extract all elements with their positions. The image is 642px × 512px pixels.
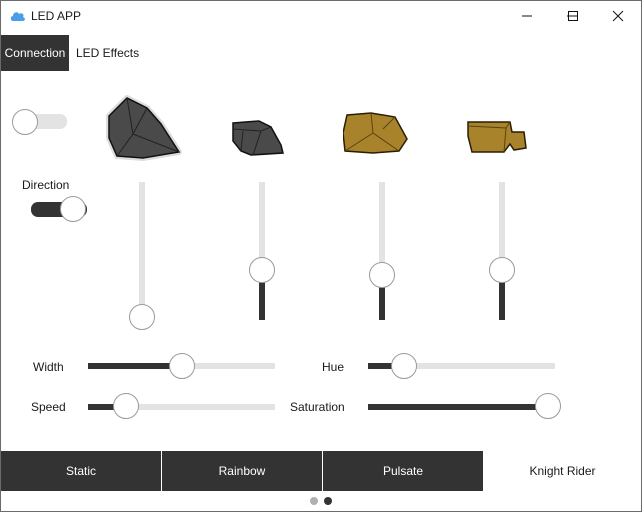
rainbow-button[interactable]: Rainbow <box>162 451 322 491</box>
width-slider-fill <box>88 363 182 369</box>
page-indicator-dot[interactable] <box>324 497 332 505</box>
minimize-icon <box>522 15 532 17</box>
app-window: LED APP Connection LED Effects Direction <box>0 0 642 512</box>
tab-connection-label: Connection <box>4 46 66 60</box>
channel-slider-thumb[interactable] <box>489 256 515 283</box>
pulsate-button-label: Pulsate <box>382 464 424 478</box>
width-slider-thumb[interactable] <box>168 353 195 379</box>
static-button[interactable]: Static <box>1 451 161 491</box>
knight-rider-button[interactable]: Knight Rider <box>484 451 641 491</box>
width-label: Width <box>33 360 64 374</box>
gold-rock-icon <box>343 112 408 154</box>
direction-label: Direction <box>22 178 70 192</box>
hue-label: Hue <box>322 360 345 374</box>
minimize-button[interactable] <box>504 1 550 31</box>
speed-slider-thumb[interactable] <box>113 393 140 419</box>
cloud-icon <box>10 12 25 21</box>
channel-slider-thumb[interactable] <box>249 256 275 283</box>
gold-block-icon <box>467 121 527 153</box>
channel-slider-track <box>139 182 145 317</box>
page-indicator-dot[interactable] <box>310 497 318 505</box>
direction-switch-knob[interactable] <box>60 196 86 222</box>
hue-slider-thumb[interactable] <box>391 353 418 379</box>
channel-slider-thumb[interactable] <box>369 262 395 289</box>
saturation-slider-fill <box>368 404 548 410</box>
close-icon <box>612 10 624 22</box>
static-button-label: Static <box>65 464 96 478</box>
maximize-icon <box>568 11 578 21</box>
pulsate-button[interactable]: Pulsate <box>323 451 483 491</box>
dark-rock-icon <box>106 95 182 161</box>
effect-button-bar: Static Rainbow Pulsate Knight Rider <box>1 451 641 491</box>
close-button[interactable] <box>595 1 641 31</box>
rainbow-button-label: Rainbow <box>218 464 266 478</box>
channel-slider-thumb[interactable] <box>129 304 155 330</box>
small-dark-rock-icon <box>232 120 284 156</box>
power-switch-knob[interactable] <box>12 109 38 135</box>
window-title: LED APP <box>31 9 82 23</box>
knight-rider-button-label: Knight Rider <box>529 464 596 478</box>
saturation-slider-thumb[interactable] <box>535 393 561 419</box>
tab-led-effects-label: LED Effects <box>76 46 140 60</box>
saturation-label: Saturation <box>290 400 345 414</box>
speed-label: Speed <box>31 400 66 414</box>
tab-led-effects[interactable]: LED Effects <box>76 35 146 71</box>
tab-connection[interactable]: Connection <box>1 35 69 71</box>
maximize-button[interactable] <box>550 1 596 31</box>
